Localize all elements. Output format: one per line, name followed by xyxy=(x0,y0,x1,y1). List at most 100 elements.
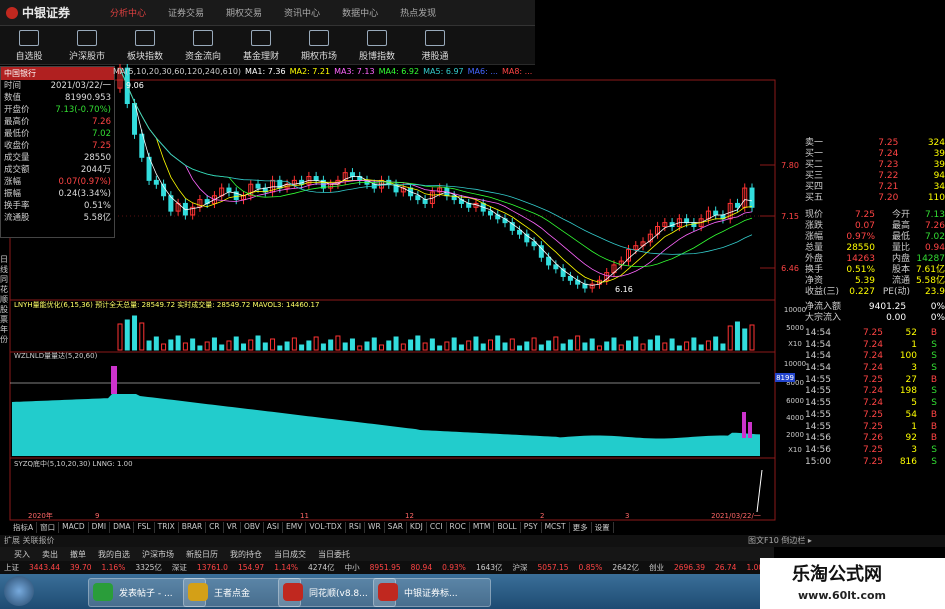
toolbar-button[interactable]: 港股通 xyxy=(406,26,464,64)
indicator-tab[interactable]: 更多 xyxy=(570,522,592,533)
trade-side: S xyxy=(931,363,937,374)
action-button[interactable]: 撤单 xyxy=(70,549,86,560)
indicator-tab[interactable]: SAR xyxy=(385,522,407,533)
quote-value: 0.97% xyxy=(846,232,875,242)
indicator-tab[interactable]: ROC xyxy=(447,522,470,533)
indicator-tab[interactable]: PSY xyxy=(521,522,542,533)
indicator-tab[interactable]: VR xyxy=(224,522,241,533)
quote-label: 流通 xyxy=(891,276,910,286)
info-row: 开盘价 7.13(-0.70%) xyxy=(1,104,114,116)
candle-body xyxy=(517,229,523,235)
menu-item[interactable]: 热点发现 xyxy=(400,6,436,19)
volume-bar xyxy=(451,337,457,351)
quote-value: 5.39 xyxy=(854,276,875,286)
toolbar-button[interactable]: 沪深股市 xyxy=(58,26,116,64)
toolbar-label: 期权市场 xyxy=(300,52,337,62)
indicator-tab[interactable]: 窗口 xyxy=(37,522,60,533)
trade-time: 14:55 xyxy=(805,374,831,385)
indicator-tab[interactable]: WR xyxy=(365,522,385,533)
menu-item[interactable]: 证券交易 xyxy=(168,6,204,19)
trade-row: 14:56 7.25 3 S xyxy=(805,445,945,457)
trade-row: 14:54 7.24 3 S xyxy=(805,363,945,375)
indicator-tab[interactable]: 设置 xyxy=(592,522,614,533)
toolbar-button[interactable]: 期权市场 xyxy=(290,26,348,64)
volume-bar xyxy=(284,341,290,351)
ticker-item: 2696.39 xyxy=(673,563,705,572)
indicator2-legend: WZLNLD量量达(5,20,60) xyxy=(14,351,98,360)
action-button[interactable]: 当日委托 xyxy=(318,549,350,560)
indicator-tab[interactable]: ASI xyxy=(264,522,284,533)
trade-volume: 3 xyxy=(911,363,917,374)
start-button[interactable] xyxy=(4,576,34,606)
quote-row: 外盘 14263 内盘 14287 xyxy=(805,254,945,265)
quote-row: 涨跌 0.07 最高 7.26 xyxy=(805,221,945,232)
toolbar-button[interactable]: 自选股 xyxy=(0,26,58,64)
indicator-tab[interactable]: RSI xyxy=(346,522,366,533)
menu-item[interactable]: 期权交易 xyxy=(226,6,262,19)
action-button[interactable]: 我的自选 xyxy=(98,549,130,560)
date-axis-label: 3 xyxy=(625,512,629,520)
orderbook-price: 7.21 xyxy=(878,182,899,192)
menu-item[interactable]: 分析中心 xyxy=(110,6,146,19)
side-tab-char: 顺 xyxy=(0,295,8,304)
orderbook-volume: 324 xyxy=(927,138,945,148)
trade-side: S xyxy=(931,351,937,362)
action-button[interactable]: 新股日历 xyxy=(186,549,218,560)
action-button[interactable]: 卖出 xyxy=(42,549,58,560)
toolbar-button[interactable]: 基金理财 xyxy=(232,26,290,64)
toolbar-button[interactable]: 板块指数 xyxy=(116,26,174,64)
indicator-tab[interactable]: TRIX xyxy=(155,522,179,533)
capital-flow: 净流入额 9401.25 0% 大宗流入 0.00 0% xyxy=(805,302,945,324)
chart-area[interactable]: 7.80 7.15 6.46 9.06 6.16 LNYH量能优化(6,15,36) 预计… xyxy=(0,64,945,524)
toolbar-icon xyxy=(425,30,445,46)
quote-label: 净资 xyxy=(805,276,824,286)
info-key: 数值 xyxy=(4,93,22,103)
indicator-tab[interactable]: OBV xyxy=(241,522,264,533)
candle-body xyxy=(349,172,355,178)
indicator-tab[interactable]: DMI xyxy=(89,522,111,533)
taskbar-button[interactable]: 中银证券标... xyxy=(373,578,491,607)
trade-side: S xyxy=(931,398,937,409)
indicator-tab[interactable]: BOLL xyxy=(494,522,521,533)
indicator-tab[interactable]: DMA xyxy=(110,522,135,533)
indicator-tab[interactable]: VOL-TDX xyxy=(306,522,346,533)
info-row: 涨幅 0.07(0.97%) xyxy=(1,176,114,188)
quote-value: 7.02 xyxy=(924,232,945,242)
trade-volume: 816 xyxy=(899,456,917,467)
trade-volume: 27 xyxy=(905,374,917,385)
volume-bar xyxy=(182,342,188,351)
toolbar-button[interactable]: 资金流向 xyxy=(174,26,232,64)
toolbar-label: 港股通 xyxy=(421,52,449,62)
candle-body xyxy=(567,275,573,281)
action-button[interactable]: 沪深市场 xyxy=(142,549,174,560)
ticker-item: 深证 xyxy=(171,563,187,572)
indicator-tab[interactable]: CCI xyxy=(427,522,447,533)
trade-price: 7.25 xyxy=(862,409,883,420)
quote-value: 7.25 xyxy=(854,210,875,220)
menu-item[interactable]: 资讯中心 xyxy=(284,6,320,19)
info-key: 最高价 xyxy=(4,117,30,127)
side-vertical-tabs[interactable]: 日线同花顺股票年份 xyxy=(0,255,10,345)
info-key: 流通股 xyxy=(4,213,30,223)
indicator-tab[interactable]: CR xyxy=(206,522,224,533)
toolbar-label: 基金理财 xyxy=(242,52,279,62)
info-value: 0.07(0.97%) xyxy=(58,177,111,187)
indicator-tab[interactable]: MTM xyxy=(470,522,495,533)
indicator-tab[interactable]: FSL xyxy=(134,522,155,533)
indicator-tab[interactable]: 指标A xyxy=(10,522,38,533)
indicator-tab[interactable]: MACD xyxy=(59,522,89,533)
quote-label: 换手 xyxy=(805,265,824,275)
action-button[interactable]: 当日成交 xyxy=(274,549,306,560)
info-value: 0.51% xyxy=(83,201,111,211)
indicator-tab[interactable]: KDJ xyxy=(407,522,427,533)
action-button[interactable]: 买入 xyxy=(14,549,30,560)
toolbar-button[interactable]: 股博指数 xyxy=(348,26,406,64)
toolbar-label: 沪深股市 xyxy=(68,52,105,62)
indicator-tab[interactable]: EMV xyxy=(283,522,307,533)
menu-item[interactable]: 数据中心 xyxy=(342,6,378,19)
action-button[interactable]: 我的持仓 xyxy=(230,549,262,560)
right-tabs[interactable]: 图文F10 倒边栏 ▸ xyxy=(748,535,812,546)
indicator-tab[interactable]: BRAR xyxy=(179,522,207,533)
taskbar-label: 中银证券标... xyxy=(404,589,458,599)
indicator-tab[interactable]: MCST xyxy=(542,522,570,533)
